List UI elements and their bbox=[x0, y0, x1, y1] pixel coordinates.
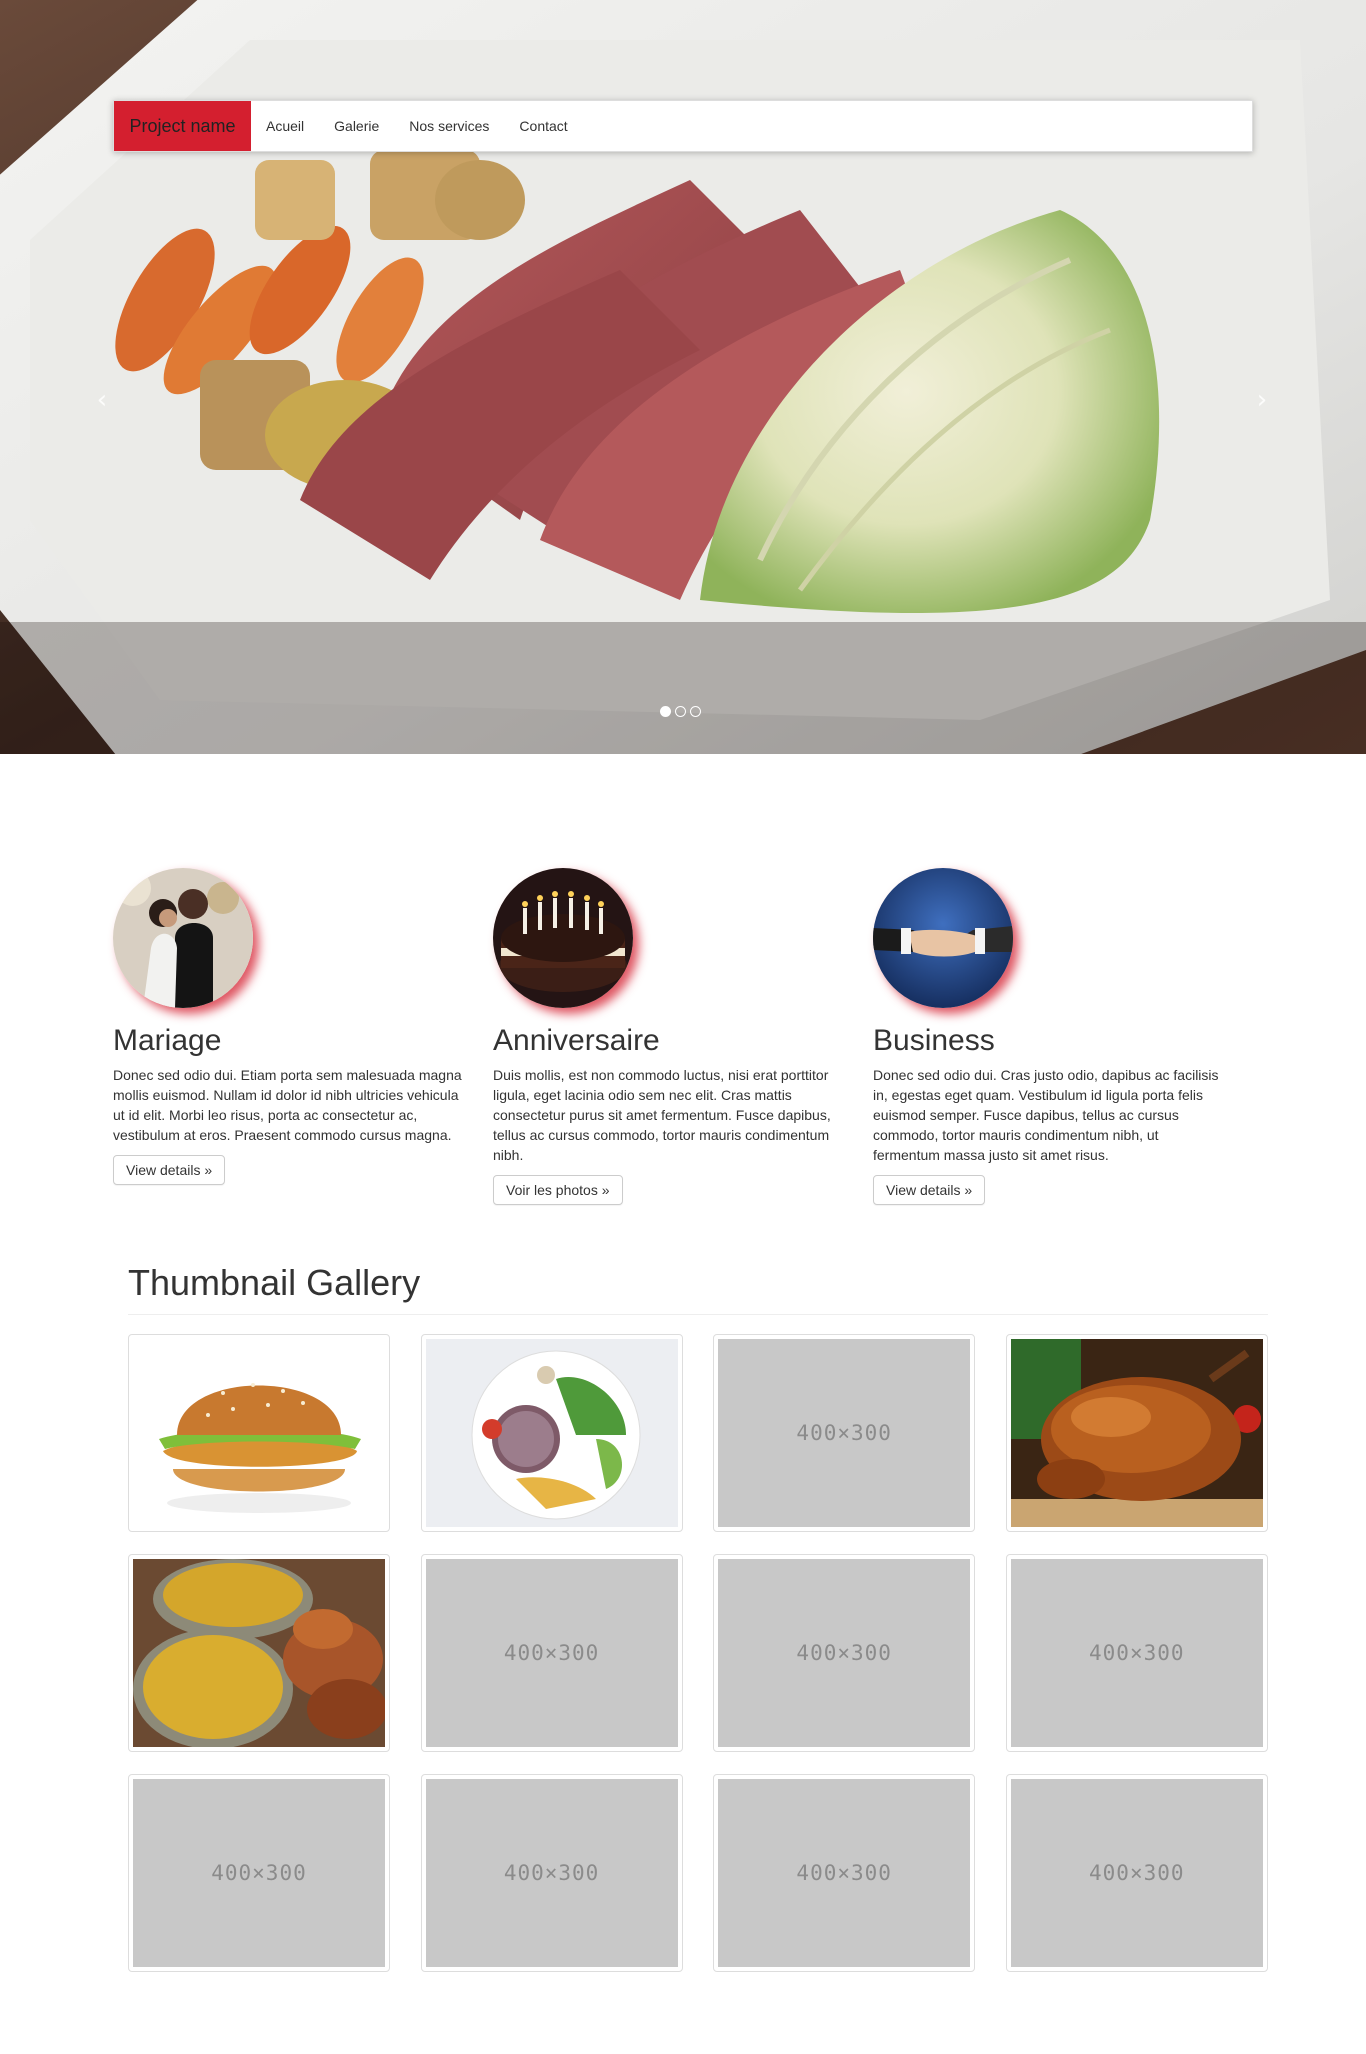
view-details-button[interactable]: View details » bbox=[113, 1155, 226, 1185]
thumbnail-grid: 400×300 400×300 400×300 400×300 400×300 … bbox=[128, 1334, 1268, 1972]
thumbnail[interactable]: 400×300 bbox=[1005, 1554, 1268, 1752]
nav-item-nos-services[interactable]: Nos services bbox=[394, 101, 504, 151]
thumbnail[interactable]: 400×300 bbox=[1005, 1774, 1268, 1972]
feature-text: Donec sed odio dui. Cras justo odio, dap… bbox=[873, 1067, 1219, 1163]
chevron-right-icon: › bbox=[1256, 385, 1268, 415]
navbar-brand[interactable]: Project name bbox=[114, 101, 251, 151]
thumbnail[interactable] bbox=[128, 1554, 390, 1752]
navbar: Project name Acueil Galerie Nos services… bbox=[113, 100, 1253, 152]
hero-bottom-shade bbox=[0, 622, 1366, 754]
nav-item-galerie[interactable]: Galerie bbox=[319, 101, 394, 151]
nav-item-contact[interactable]: Contact bbox=[504, 101, 582, 151]
thumbnail[interactable]: 400×300 bbox=[713, 1774, 976, 1972]
chevron-left-icon: ‹ bbox=[96, 385, 108, 415]
birthday-cake-photo bbox=[493, 868, 633, 1008]
grilled-plate-photo bbox=[425, 1339, 678, 1527]
placeholder-image: 400×300 bbox=[1010, 1779, 1263, 1967]
nav-item-acueil[interactable]: Acueil bbox=[251, 101, 319, 151]
feature-text: Duis mollis, est non commodo luctus, nis… bbox=[493, 1067, 831, 1163]
feature-column-business: Business Donec sed odio dui. Cras justo … bbox=[873, 868, 1253, 1205]
placeholder-image: 400×300 bbox=[718, 1339, 971, 1527]
carousel-indicator[interactable] bbox=[675, 706, 686, 717]
thumbnail[interactable] bbox=[420, 1334, 683, 1532]
placeholder-image: 400×300 bbox=[718, 1559, 971, 1747]
handshake-photo bbox=[873, 868, 1013, 1008]
thumbnail[interactable]: 400×300 bbox=[128, 1774, 390, 1972]
placeholder-image: 400×300 bbox=[133, 1779, 385, 1967]
feature-title: Anniversaire bbox=[493, 1024, 660, 1057]
thumbnail[interactable] bbox=[128, 1334, 390, 1532]
carousel-next-control[interactable]: › bbox=[1242, 380, 1282, 420]
roast-chicken-photo bbox=[1010, 1339, 1263, 1527]
rice-chicken-photo bbox=[133, 1559, 385, 1747]
thumbnail[interactable] bbox=[1005, 1334, 1268, 1532]
feature-title: Mariage bbox=[113, 1024, 222, 1057]
carousel-indicator[interactable] bbox=[690, 706, 701, 717]
feature-text: Donec sed odio dui. Etiam porta sem male… bbox=[113, 1067, 462, 1143]
feature-column-anniversaire: Anniversaire Duis mollis, est non commod… bbox=[493, 868, 873, 1205]
carousel-indicators bbox=[660, 706, 701, 717]
thumbnail[interactable]: 400×300 bbox=[420, 1554, 683, 1752]
view-photos-button[interactable]: Voir les photos » bbox=[493, 1175, 623, 1205]
placeholder-image: 400×300 bbox=[425, 1559, 678, 1747]
view-details-button[interactable]: View details » bbox=[873, 1175, 986, 1205]
burger-photo bbox=[133, 1339, 385, 1527]
carousel-indicator[interactable] bbox=[660, 706, 671, 717]
thumbnail[interactable]: 400×300 bbox=[420, 1774, 683, 1972]
placeholder-image: 400×300 bbox=[718, 1779, 971, 1967]
feature-columns: Mariage Donec sed odio dui. Etiam porta … bbox=[113, 868, 1253, 1205]
feature-column-mariage: Mariage Donec sed odio dui. Etiam porta … bbox=[113, 868, 493, 1205]
thumbnail[interactable]: 400×300 bbox=[713, 1334, 976, 1532]
placeholder-image: 400×300 bbox=[425, 1779, 678, 1967]
carousel-prev-control[interactable]: ‹ bbox=[82, 380, 122, 420]
gallery-title: Thumbnail Gallery bbox=[128, 1262, 1268, 1315]
thumbnail[interactable]: 400×300 bbox=[713, 1554, 976, 1752]
placeholder-image: 400×300 bbox=[1010, 1559, 1263, 1747]
wedding-photo bbox=[113, 868, 253, 1008]
feature-title: Business bbox=[873, 1024, 995, 1057]
